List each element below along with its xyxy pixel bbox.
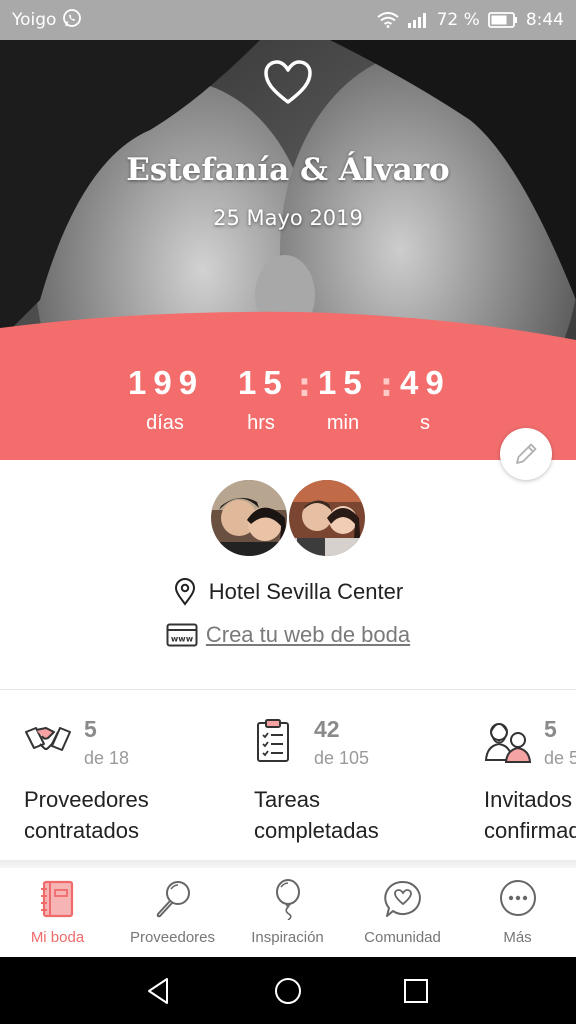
carrier-name: Yoigo — [12, 10, 57, 30]
divider — [0, 689, 576, 690]
battery-icon — [487, 12, 518, 28]
location-pin-icon — [174, 578, 195, 606]
magnifier-icon — [156, 881, 190, 918]
stat-count: 42 — [314, 716, 340, 742]
countdown: 199 15 : 15 : 49 días hrs min s — [0, 364, 576, 460]
wifi-icon — [376, 12, 399, 28]
chat-heart-icon — [384, 880, 421, 917]
more-icon — [500, 880, 536, 916]
tab-label: Proveedores — [129, 929, 216, 946]
status-bar: Yoigo 72 % 8:44 — [0, 0, 576, 40]
countdown-hours-label: hrs — [247, 412, 275, 434]
tab-inspiracion[interactable]: Inspiración — [230, 868, 345, 957]
countdown-hours: 15 — [238, 364, 289, 401]
stat-total: de 5 — [544, 748, 576, 768]
countdown-minutes-label: min — [326, 412, 360, 434]
countdown-separator: : — [298, 366, 311, 404]
avatar[interactable] — [287, 478, 367, 558]
whatsapp-icon — [62, 8, 82, 33]
recents-icon[interactable] — [400, 975, 432, 1007]
venue-name: Hotel Sevilla Center — [208, 579, 404, 604]
edit-button[interactable] — [500, 428, 552, 480]
countdown-seconds-label: s — [420, 412, 430, 434]
home-icon[interactable] — [272, 975, 304, 1007]
countdown-minutes: 15 — [318, 364, 369, 401]
stat-label: Tareas completadas — [254, 787, 379, 843]
stat-count: 5 — [544, 716, 557, 742]
clock-time: 8:44 — [525, 10, 564, 30]
countdown-days-label: días — [146, 412, 184, 434]
tab-label: Comunidad — [364, 929, 441, 946]
tab-mi-boda[interactable]: Mi boda — [0, 868, 115, 957]
back-icon[interactable] — [143, 975, 175, 1007]
create-web-text[interactable]: Crea tu web de boda — [206, 622, 410, 648]
tab-label: Más — [503, 929, 532, 946]
guests-icon — [484, 723, 532, 763]
clipboard-icon — [257, 719, 289, 762]
stat-label: Invitados confirmados — [484, 787, 576, 843]
handshake-icon — [25, 727, 71, 751]
tab-label: Mi boda — [30, 929, 85, 946]
website-icon: www — [166, 623, 198, 647]
create-web-link[interactable]: www Crea tu web de boda — [0, 622, 576, 648]
venue: Hotel Sevilla Center — [0, 578, 576, 606]
countdown-seconds: 49 — [400, 364, 451, 401]
notebook-icon — [41, 880, 74, 918]
tab-proveedores[interactable]: Proveedores — [115, 868, 230, 957]
balloon-icon — [276, 879, 300, 920]
countdown-separator: : — [380, 366, 393, 404]
stat-total: de 18 — [84, 748, 130, 768]
stat-count: 5 — [84, 716, 97, 742]
stat-label: Proveedores contratados — [24, 787, 149, 843]
countdown-days: 199 — [128, 364, 205, 401]
battery-percent: 72 % — [436, 10, 480, 30]
signal-icon — [407, 12, 429, 28]
stat-total: de 105 — [314, 748, 370, 768]
tab-mas[interactable]: Más — [460, 868, 575, 957]
system-nav-bar — [0, 957, 576, 1024]
svg-text:www: www — [171, 635, 194, 644]
bottom-tab-bar: Mi boda Proveedores Inspiración Comunida… — [0, 868, 576, 957]
tab-label: Inspiración — [251, 929, 324, 946]
avatar[interactable] — [209, 478, 289, 558]
divider — [0, 860, 576, 868]
pencil-icon — [516, 443, 537, 464]
tab-comunidad[interactable]: Comunidad — [345, 868, 460, 957]
